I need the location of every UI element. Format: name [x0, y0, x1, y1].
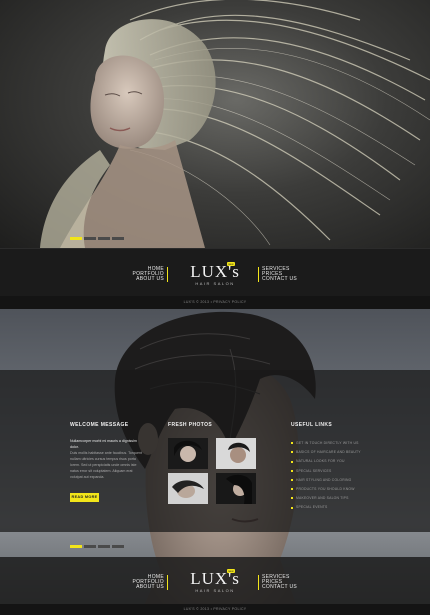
- slider-dot[interactable]: [112, 545, 124, 548]
- logo-tagline: HAIR SALON: [195, 588, 235, 593]
- footer-copyright: LUX'S © 2013 • PRIVACY POLICY: [0, 296, 430, 309]
- photo-thumb-3[interactable]: [168, 473, 208, 504]
- useful-link[interactable]: Natural looks for you: [291, 457, 381, 466]
- site-logo[interactable]: LUX's HAIR SALON new: [185, 262, 245, 286]
- logo-mark: LUX's: [190, 262, 240, 281]
- read-more-button[interactable]: READ MORE: [70, 493, 99, 502]
- hero-photo-blonde: [40, 0, 430, 248]
- nav-menu-left: HOME PORTFOLIO ABOUT US: [132, 267, 168, 282]
- photo-thumb-4[interactable]: [216, 473, 256, 504]
- hero-slide-1: [0, 0, 430, 248]
- nav-item-about-us[interactable]: ABOUT US: [132, 277, 168, 282]
- logo-badge: new: [227, 569, 235, 573]
- logo-badge: new: [227, 262, 235, 266]
- slider-dot[interactable]: [70, 237, 82, 240]
- slider-dot[interactable]: [84, 237, 96, 240]
- slider-dot[interactable]: [98, 545, 110, 548]
- nav-menu-right-2: SERVICES PRICES CONTACT US: [258, 575, 297, 590]
- slider-dot[interactable]: [112, 237, 124, 240]
- useful-links-list: Get in touch directly with us Basics of …: [291, 439, 381, 513]
- photo-grid: [168, 438, 256, 504]
- slider-pagination-2: [70, 545, 124, 548]
- photo-thumb-1[interactable]: [168, 438, 208, 469]
- nav-menu-left-2: HOME PORTFOLIO ABOUT US: [132, 575, 168, 590]
- useful-link[interactable]: Special events: [291, 503, 381, 512]
- logo-tagline: HAIR SALON: [195, 281, 235, 286]
- nav-item-contact-us[interactable]: CONTACT US: [258, 585, 297, 590]
- slider-pagination-1: [70, 237, 124, 240]
- footer-copyright-2: LUX'S © 2013 • PRIVACY POLICY: [0, 604, 430, 615]
- slider-dot[interactable]: [70, 545, 82, 548]
- logo-mark: LUX's: [190, 569, 240, 588]
- welcome-body: Duis mollis habitasse ante faucibus. Tor…: [70, 451, 143, 479]
- slider-dot[interactable]: [98, 237, 110, 240]
- slider-dot[interactable]: [84, 545, 96, 548]
- useful-link[interactable]: Makeover and salon tips: [291, 494, 381, 503]
- welcome-title: WELCOME MESSAGE: [70, 422, 129, 428]
- site-logo-2[interactable]: LUX's HAIR SALON new: [185, 569, 245, 593]
- nav-menu-right: SERVICES PRICES CONTACT US: [258, 267, 297, 282]
- nav-item-contact-us[interactable]: CONTACT US: [258, 277, 297, 282]
- useful-link[interactable]: Get in touch directly with us: [291, 439, 381, 448]
- useful-links-title: USEFUL LINKS: [291, 422, 333, 428]
- welcome-lead: Nullamcorper morbi mi mauris a dignissim…: [70, 439, 137, 449]
- useful-link[interactable]: Special services: [291, 467, 381, 476]
- useful-link[interactable]: Products you should know: [291, 485, 381, 494]
- welcome-text: Nullamcorper morbi mi mauris a dignissim…: [70, 438, 145, 480]
- nav-item-about-us[interactable]: ABOUT US: [132, 585, 168, 590]
- useful-link[interactable]: Hair styling and coloring: [291, 476, 381, 485]
- photos-title: FRESH PHOTOS: [168, 422, 213, 428]
- useful-link[interactable]: Basics of haircare and beauty: [291, 448, 381, 457]
- photo-thumb-2[interactable]: [216, 438, 256, 469]
